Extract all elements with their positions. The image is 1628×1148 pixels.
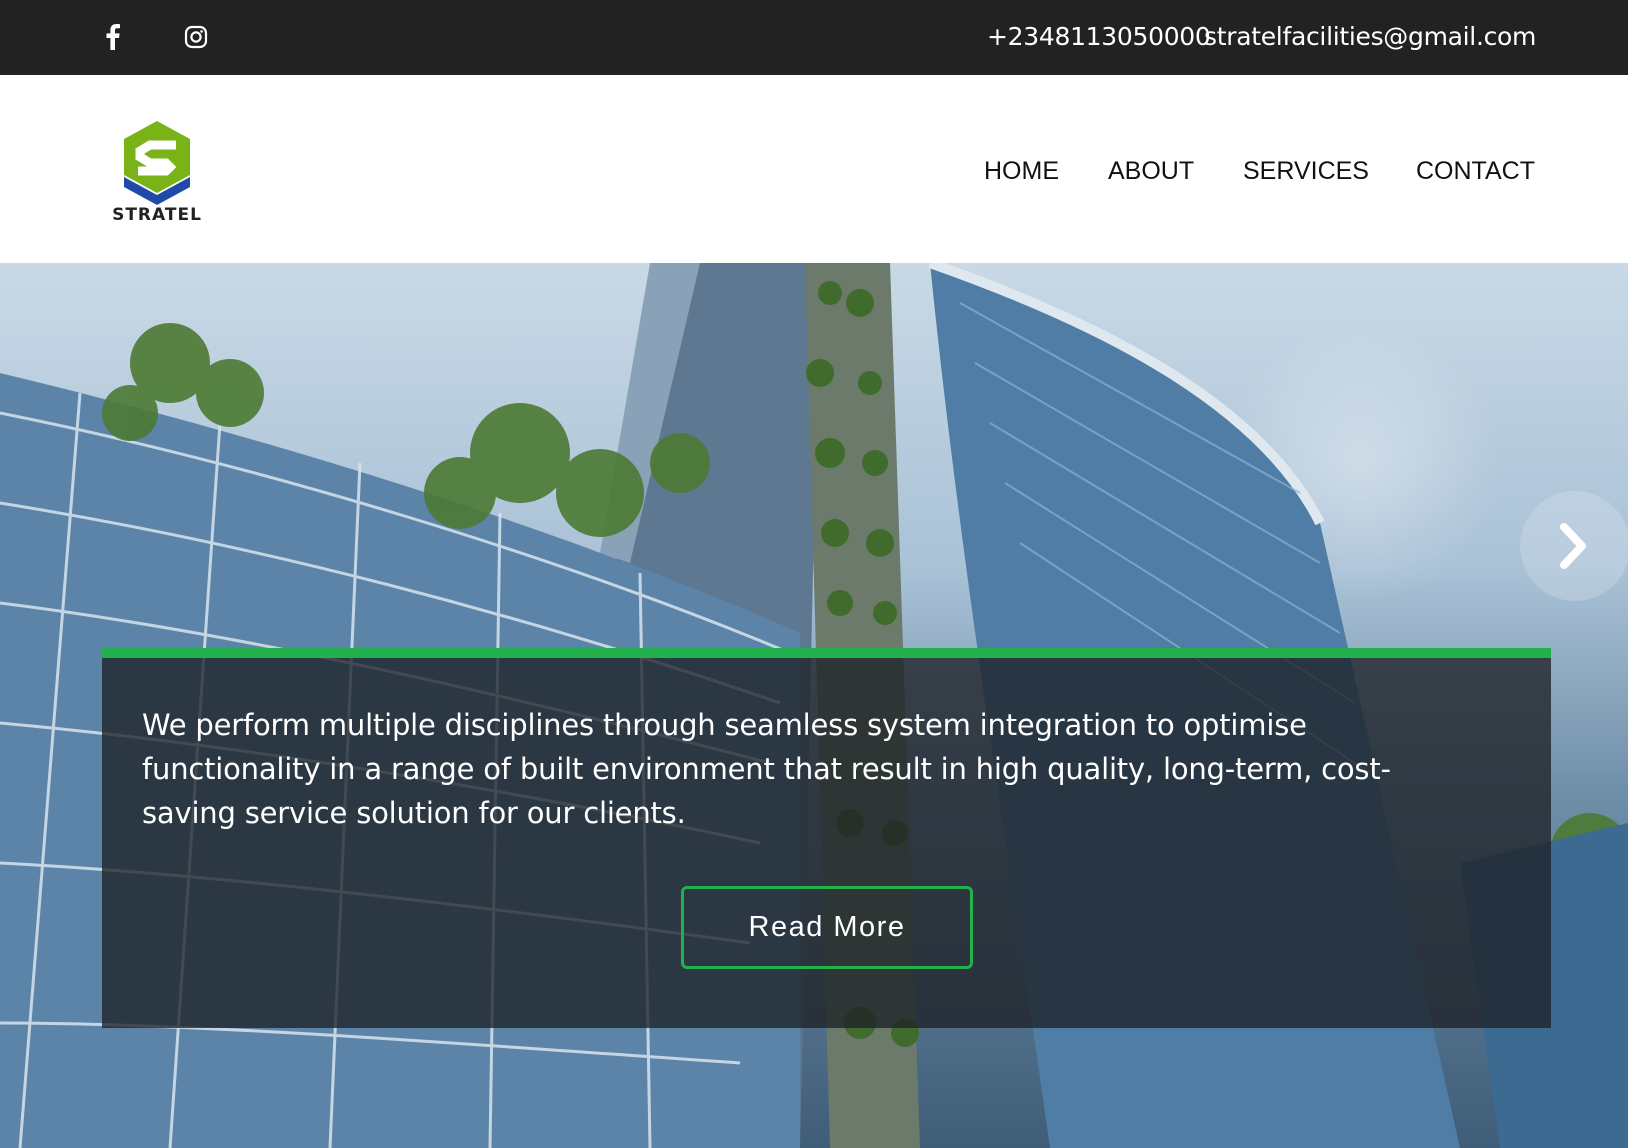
stratel-logo[interactable]: STRATEL (110, 117, 204, 227)
site-header: STRATEL HOME ABOUT SERVICES CONTACT (0, 75, 1628, 263)
top-bar: +2348113050000 stratelfacilities@gmail.c… (0, 0, 1628, 75)
email-link[interactable]: stratelfacilities@gmail.com (1204, 22, 1536, 52)
logo-text: STRATEL (112, 205, 202, 225)
slider-next-button[interactable] (1520, 491, 1628, 601)
instagram-icon[interactable] (181, 22, 211, 52)
hero-caption-box: We perform multiple disciplines through … (102, 648, 1551, 1028)
facebook-icon[interactable] (98, 22, 128, 52)
nav-about[interactable]: ABOUT (1108, 155, 1194, 187)
nav-contact[interactable]: CONTACT (1416, 155, 1535, 187)
chevron-right-icon (1560, 523, 1586, 569)
read-more-button[interactable]: Read More (681, 886, 973, 969)
logo-mark-icon (124, 121, 190, 205)
hero-caption-text: We perform multiple disciplines through … (142, 708, 1391, 830)
nav-home[interactable]: HOME (984, 155, 1059, 187)
hero-slider: We perform multiple disciplines through … (0, 263, 1628, 1148)
nav-services[interactable]: SERVICES (1243, 155, 1369, 187)
phone-link[interactable]: +2348113050000 (987, 22, 1211, 52)
